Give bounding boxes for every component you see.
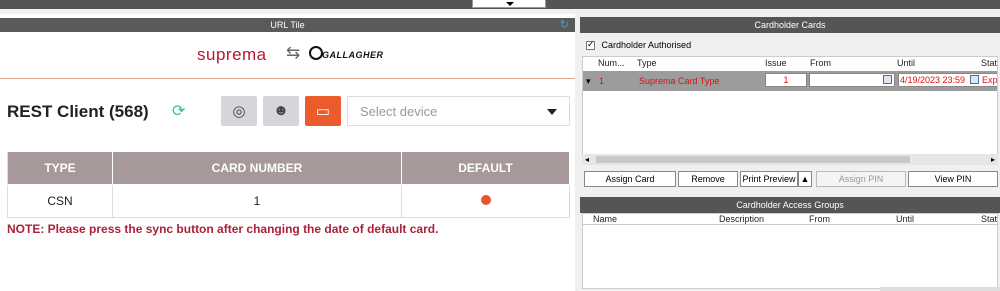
url-tile-title: URL Tile: [270, 20, 305, 30]
authorised-label: Cardholder Authorised: [601, 40, 692, 50]
col-default: DEFAULT: [401, 151, 570, 185]
refresh-icon[interactable]: ↻: [560, 19, 569, 31]
until-field[interactable]: 4/19/2023 23:59 Exp: [898, 73, 998, 87]
table-row[interactable]: CSN 1: [7, 184, 570, 218]
authorised-checkbox[interactable]: [586, 39, 595, 51]
default-dot-icon: [480, 195, 491, 205]
card-icon: ▭: [315, 103, 331, 120]
fingerprint-icon: ◎: [232, 103, 246, 120]
print-preview-dropdown[interactable]: ▲: [798, 171, 812, 187]
cardholder-pane: Cardholder Cards Cardholder Authorised N…: [580, 14, 1000, 291]
assign-card-button[interactable]: Assign Card: [584, 171, 676, 187]
status-value: Exp: [982, 75, 998, 85]
authorised-row[interactable]: Cardholder Authorised: [586, 39, 692, 51]
card-table: TYPE CARD NUMBER DEFAULT CSN 1: [7, 151, 570, 218]
remove-button[interactable]: Remove: [678, 171, 738, 187]
access-groups-header: Name Description From Until Stat: [582, 213, 998, 225]
assign-pin-button[interactable]: Assign PIN: [816, 171, 906, 187]
cell-card-number: 1: [112, 184, 402, 218]
gallagher-logo: GALLAGHER: [322, 50, 384, 60]
face-button[interactable]: ☻: [263, 96, 299, 126]
col-type: TYPE: [7, 151, 113, 185]
card-button[interactable]: ▭: [305, 96, 341, 126]
collapse-tab[interactable]: [472, 0, 546, 8]
access-groups-list: [582, 225, 998, 289]
device-select-placeholder: Select device: [360, 104, 438, 119]
chevron-down-icon: [506, 2, 514, 6]
rest-client-title: REST Client (568): [7, 102, 149, 121]
triangle-up-icon: ▲: [800, 174, 810, 184]
row-expand-icon[interactable]: ▾: [586, 76, 591, 86]
scroll-right-icon[interactable]: ▸: [991, 154, 995, 165]
face-icon: ☻: [273, 102, 289, 119]
col-type: Type: [637, 58, 657, 68]
from-field[interactable]: [809, 73, 895, 87]
url-tile-pane: URL Tile ↻ suprema ⇆ GALLAGHER REST Clie…: [0, 14, 575, 291]
access-groups-title: Cardholder Access Groups: [580, 197, 1000, 213]
col-issue: Issue: [765, 58, 787, 68]
cell-type: Suprema Card Type: [639, 76, 720, 86]
cell-num: 1: [599, 76, 605, 86]
device-select[interactable]: Select device: [347, 96, 570, 126]
top-bar: [0, 0, 1000, 9]
col-stat: Stat: [981, 58, 998, 68]
swap-icon: ⇆: [286, 43, 301, 62]
brand-logos: suprema ⇆ GALLAGHER: [0, 40, 575, 70]
col-from: From: [810, 58, 831, 68]
print-preview-button[interactable]: Print Preview: [740, 171, 798, 187]
calendar-icon[interactable]: [883, 75, 892, 84]
calendar-icon[interactable]: [970, 75, 979, 84]
col-until: Until: [897, 58, 916, 68]
view-pin-button[interactable]: View PIN: [908, 171, 998, 187]
cardholder-cards-title: Cardholder Cards: [580, 17, 1000, 33]
scrollbar-thumb[interactable]: [596, 156, 910, 163]
cell-type: CSN: [7, 184, 113, 218]
cell-default[interactable]: [401, 184, 570, 218]
url-tile-title-bar: URL Tile ↻: [0, 18, 575, 32]
cards-grid: Num... Type Issue From Until Stat ▾ 1 Su…: [582, 56, 998, 156]
sync-icon[interactable]: ⟳: [172, 101, 185, 121]
horizontal-scrollbar[interactable]: ◂ ▸: [582, 154, 998, 165]
issue-field[interactable]: 1: [765, 73, 807, 87]
table-row[interactable]: ▾ 1 Suprema Card Type 1 4/19/2023 23:59 …: [583, 71, 998, 91]
status-strip: [880, 287, 1000, 291]
scroll-left-icon[interactable]: ◂: [585, 154, 589, 165]
until-value: 4/19/2023 23:59: [900, 75, 966, 85]
suprema-logo: suprema: [197, 45, 267, 64]
caret-down-icon: [547, 109, 557, 115]
col-num: Num...: [598, 58, 625, 68]
gallagher-logo-mark: [309, 46, 323, 60]
fingerprint-button[interactable]: ◎: [221, 96, 257, 126]
col-card-number: CARD NUMBER: [112, 151, 402, 185]
sync-note: NOTE: Please press the sync button after…: [7, 222, 439, 236]
divider: [0, 78, 575, 79]
